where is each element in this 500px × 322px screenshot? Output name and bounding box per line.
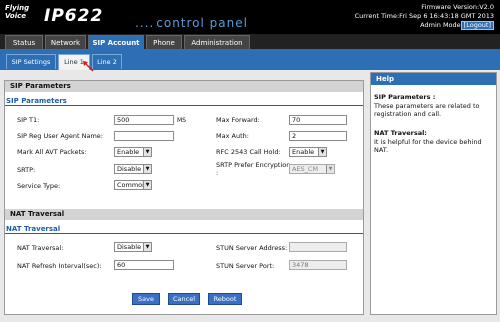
chevron-down-icon: ▼ [143,148,151,156]
logout-button[interactable]: [Logout] [460,21,494,30]
srtp-label: SRTP: [17,166,36,174]
nat-traversal-select[interactable]: Disable ▼ [114,242,152,252]
chevron-down-icon: ▼ [143,181,151,189]
service-type-select[interactable]: Common ▼ [114,180,152,190]
tab-network[interactable]: Network [45,35,86,49]
ua-name-input[interactable] [114,131,174,141]
srtp-encryption-select[interactable]: AES_CM ▼ [289,164,335,174]
current-time: Current Time:Fri Sep 6 16:43:18 GMT 2013 [354,12,494,20]
header-info: Firmware Version:V2.0 Current Time:Fri S… [355,3,494,30]
sip-t1-label: SIP T1: [17,116,40,124]
tab-administration[interactable]: Administration [184,35,250,49]
cancel-button[interactable]: Cancel [168,293,200,305]
chevron-down-icon: ▼ [143,243,151,251]
chevron-down-icon: ▼ [143,165,151,173]
brand-logo-text: Flying Voice [5,4,30,20]
control-panel-title: .... control panel [135,16,248,30]
main-tabs: Status Network SIP Account Phone Adminis… [0,34,500,49]
admin-mode: Admin Mode [420,21,461,29]
brand-model: IP622 [44,6,104,26]
help-nat-heading: NAT Traversal: [374,129,427,137]
pointer-arrow-icon [83,61,94,72]
stun-address-input[interactable] [289,242,347,252]
header: Flying Voice IP622 .... control panel Fir… [0,0,500,34]
max-auth-input[interactable]: 2 [289,131,347,141]
sub-tabs: SIP Settings Line 1 Line 2 [0,49,500,70]
save-button[interactable]: Save [132,293,160,305]
sip-t1-unit: MS [177,117,186,124]
max-auth-label: Max Auth: [216,132,249,140]
chevron-down-icon: ▼ [326,165,334,173]
service-type-label: Service Type: [17,182,61,190]
reboot-button[interactable]: Reboot [208,293,242,305]
rfc-call-hold-label: RFC 2543 Call Hold: [216,148,281,156]
nat-traversal-label: NAT Traversal: [17,244,64,252]
ua-name-label: SIP Reg User Agent Name: [17,132,103,140]
help-sip-heading: SIP Parameters : [374,93,436,101]
mark-avt-label: Mark All AVT Packets: [17,148,87,156]
sip-section-title: SIP Parameters [5,81,363,92]
help-title: Help [371,73,496,85]
srtp-encryption-label: SRTP Prefer Encryption [216,161,291,169]
nat-section-title: NAT Traversal [5,209,363,220]
nat-refresh-label: NAT Refresh Interval(sec): [17,262,102,270]
stun-port-input[interactable]: 3478 [289,260,347,270]
nat-refresh-input[interactable]: 60 [114,260,174,270]
srtp-encryption-colon: : [216,169,219,177]
nat-subsection-title: NAT Traversal [5,224,363,234]
firmware-version: Firmware Version:V2.0 [421,3,494,11]
tab-phone[interactable]: Phone [146,35,182,49]
subtab-sip-settings[interactable]: SIP Settings [6,54,56,69]
help-sip-text: These parameters are related to registra… [374,102,480,118]
rfc-call-hold-select[interactable]: Enable ▼ [289,147,327,157]
max-forward-label: Max Forward: [216,116,260,124]
tab-status[interactable]: Status [5,35,43,49]
max-forward-input[interactable]: 70 [289,115,347,125]
stun-address-label: STUN Server Address: [216,244,288,252]
stun-port-label: STUN Server Port: [216,262,275,270]
tab-sip-account[interactable]: SIP Account [88,35,144,49]
subtab-line-2[interactable]: Line 2 [92,54,122,69]
help-panel: Help SIP Parameters : These parameters a… [370,72,497,315]
chevron-down-icon: ▼ [318,148,326,156]
help-nat-text: It is helpful for the device behind NAT. [374,138,482,154]
mark-avt-select[interactable]: Enable ▼ [114,147,152,157]
sip-t1-input[interactable]: 500 [114,115,174,125]
srtp-select[interactable]: Disable ▼ [114,164,152,174]
sip-subsection-title: SIP Parameters [5,96,363,106]
